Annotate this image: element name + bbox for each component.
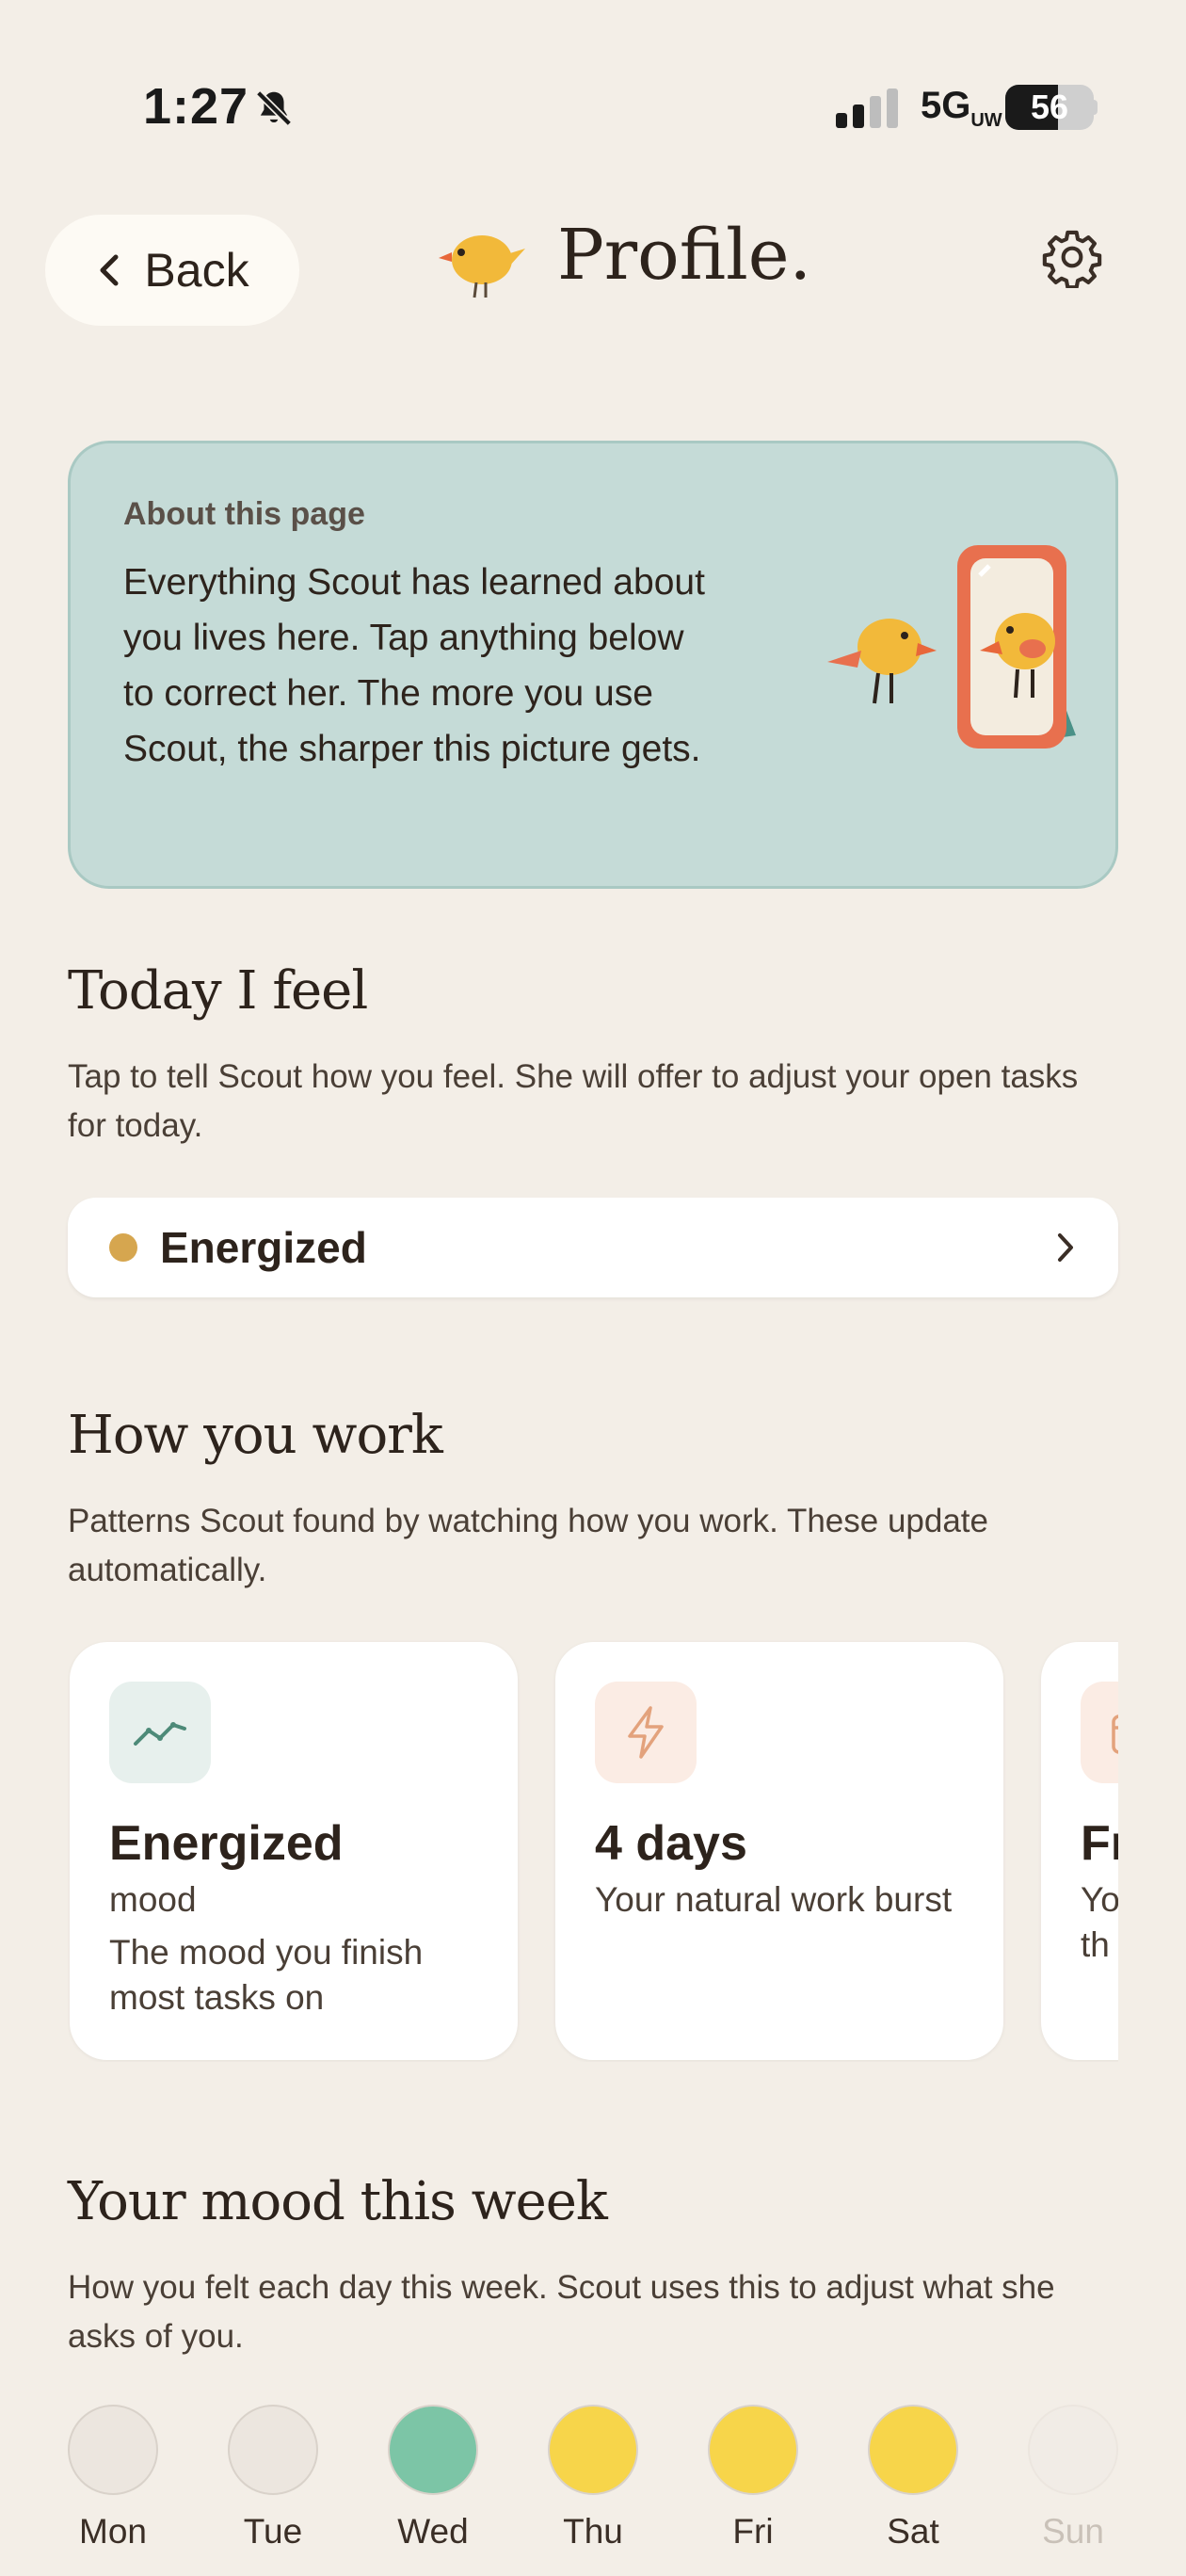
mood-label: Energized [160,1223,367,1272]
status-time: 1:27 [143,78,249,135]
pattern-sub: Yo [1081,1880,1118,1919]
mood-circle [68,2405,158,2495]
lightning-icon [595,1682,697,1783]
pattern-sub: mood [109,1880,197,1919]
pattern-desc: th [1081,1925,1110,1964]
pattern-value: Fr [1081,1816,1118,1871]
today-heading: Today I feel [68,960,368,1022]
work-heading: How you work [68,1405,443,1466]
pattern-desc: The mood you finish most tasks on [109,1933,424,2017]
mood-circle [388,2405,478,2495]
work-description: Patterns Scout found by watching how you… [68,1503,989,1588]
day-label: Thu [563,2512,623,2551]
day-label: Wed [397,2512,469,2551]
page-title: Profile. [557,215,812,296]
about-label: About this page [123,496,365,532]
pattern-sub: Your natural work burst [595,1880,953,1919]
mood-circle [708,2405,798,2495]
pattern-cards-carousel[interactable]: Energized mood The mood you finish most … [68,1640,1118,2062]
day-mood-thu[interactable]: Thu [548,2405,638,2552]
pattern-card[interactable]: Energized mood The mood you finish most … [70,1642,518,2060]
about-text: Everything Scout has learned about you l… [123,562,705,769]
day-mood-fri[interactable]: Fri [708,2405,798,2552]
day-label: Mon [79,2512,147,2551]
day-label: Sun [1042,2512,1104,2551]
pattern-value: 4 days [595,1816,747,1871]
pattern-card[interactable]: Fr Yo th [1041,1642,1118,2060]
day-mood-mon[interactable]: Mon [68,2405,158,2552]
gear-icon[interactable] [1041,226,1103,288]
cell-signal-icon [836,89,898,128]
trend-line-icon [109,1682,211,1783]
mood-circle [228,2405,318,2495]
bird-mirror-illustration [827,545,1076,749]
today-description: Tap to tell Scout how you feel. She will… [68,1058,1079,1144]
back-label: Back [144,244,249,297]
battery-icon: 56 [1005,85,1094,130]
day-label: Fri [732,2512,774,2551]
network-indicator: 5GUW [921,85,1002,131]
battery-tip [1090,100,1098,115]
week-description: How you felt each day this week. Scout u… [68,2269,1055,2355]
mood-circle [1028,2405,1118,2495]
mood-circle [548,2405,638,2495]
about-card: About this page Everything Scout has lea… [68,441,1118,889]
mood-circle [868,2405,958,2495]
day-mood-sat[interactable]: Sat [868,2405,958,2552]
chevron-left-icon [100,254,119,286]
day-label: Tue [243,2512,303,2551]
pattern-card[interactable]: 4 days Your natural work burst [555,1642,1003,2060]
bird-logo-icon [439,235,525,298]
day-mood-tue[interactable]: Tue [228,2405,318,2552]
chevron-right-icon [1058,1233,1073,1262]
calendar-icon [1081,1682,1118,1783]
day-label: Sat [887,2512,939,2551]
week-heading: Your mood this week [68,2171,608,2232]
day-mood-sun[interactable]: Sun [1028,2405,1118,2552]
pattern-value: Energized [109,1816,344,1871]
back-button[interactable]: Back [45,215,299,326]
week-mood-row: Mon Tue Wed Thu Fri Sat Sun [68,2405,1118,2565]
mood-selector[interactable]: Energized [68,1198,1118,1297]
mood-color-dot [109,1233,137,1262]
day-mood-wed[interactable]: Wed [388,2405,478,2552]
bell-muted-icon [255,89,293,127]
